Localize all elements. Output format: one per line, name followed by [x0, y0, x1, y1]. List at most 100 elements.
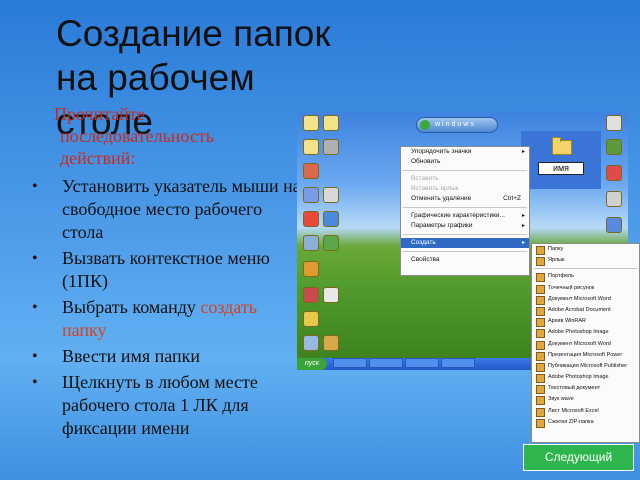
taskbar-item[interactable]	[333, 358, 367, 368]
desktop-icon	[606, 165, 622, 181]
submenu-item[interactable]: Архив WinRAR	[532, 316, 639, 328]
submenu-item-label: Презентация Microsoft Power	[548, 351, 623, 358]
steps-list: Установить указатель мыши на свободное м…	[32, 175, 304, 443]
menu-separator	[534, 268, 637, 270]
file-type-icon	[536, 329, 545, 339]
desktop-icon	[323, 235, 339, 251]
file-type-icon	[536, 385, 545, 395]
desktop-icon	[323, 139, 339, 155]
step-text: Установить указатель мыши на свободное м…	[62, 176, 301, 242]
submenu-item-label: Звук wave	[548, 396, 574, 403]
desktop-icon	[323, 335, 339, 351]
submenu-item[interactable]: Сжатая ZIP-папка	[532, 417, 639, 428]
file-type-icon	[536, 318, 545, 328]
file-type-icon	[536, 340, 545, 350]
submenu-item-label: Текстовый документ	[548, 385, 601, 392]
desktop-icon	[323, 187, 339, 203]
menu-separator	[403, 170, 527, 171]
step-item: Выбрать команду создать папку	[32, 296, 304, 342]
submenu-item[interactable]: Документ Microsoft Word	[532, 339, 639, 350]
submenu-arrow-icon: ▸	[521, 223, 525, 229]
step-item: Ввести имя папки	[32, 345, 304, 368]
submenu-item[interactable]: Презентация Microsoft Power	[532, 350, 639, 361]
submenu-item-label: Публикация Microsoft Publisher	[548, 362, 628, 369]
submenu-item[interactable]: Ярлык	[532, 255, 639, 267]
submenu-item-label: Сжатая ZIP-папка	[548, 418, 594, 425]
context-menu-item[interactable]: Параметры графики ▸	[401, 221, 529, 231]
desktop-icon	[303, 211, 319, 227]
menu-item-label: Отменить удаление	[411, 195, 472, 202]
menu-item-label: Обновить	[411, 158, 441, 165]
menu-item-label: Параметры графики	[411, 222, 473, 229]
submenu-item[interactable]: Портфель	[532, 271, 639, 283]
menu-separator	[403, 234, 527, 235]
lead-line-2: последовательность	[60, 126, 214, 146]
folder-name-input[interactable]: имя	[538, 162, 584, 175]
next-button[interactable]: Следующий	[523, 444, 634, 471]
submenu-item[interactable]: Лист Microsoft Excel	[532, 406, 639, 417]
context-menu: Упорядочить значки ▸ Обновить Вставить Встав…	[400, 146, 530, 276]
menu-shortcut: Ctrl+Z	[503, 195, 521, 202]
file-type-icon	[536, 284, 545, 294]
submenu-item-label: Adobe Acrobat Document	[548, 306, 611, 313]
desktop-icon	[303, 311, 319, 327]
submenu-item-label: Архив WinRAR	[548, 318, 587, 325]
context-menu-item[interactable]: Упорядочить значки ▸	[401, 147, 529, 157]
submenu-item[interactable]: Adobe Photoshop Image	[532, 372, 639, 384]
desktop-icon	[606, 217, 622, 233]
context-menu-item[interactable]: Создать ▸	[401, 238, 529, 248]
step-text: Вызвать контекстное меню (1ПК)	[62, 248, 270, 291]
submenu-item[interactable]: Текстовый документ	[532, 383, 639, 395]
submenu-item[interactable]: Публикация Microsoft Publisher	[532, 361, 639, 372]
desktop-icon	[303, 235, 319, 251]
lead-line-1: Прочитайте	[54, 104, 145, 124]
submenu-item[interactable]: Документ Microsoft Word	[532, 294, 639, 305]
submenu-arrow-icon: ▸	[521, 213, 525, 219]
taskbar-item[interactable]	[369, 358, 403, 368]
file-type-icon	[536, 374, 545, 384]
file-type-icon	[536, 351, 545, 361]
context-menu-item[interactable]: Отменить удаление Ctrl+Z	[401, 194, 529, 204]
desktop-icon	[606, 191, 622, 207]
desktop-icon	[323, 287, 339, 303]
new-folder[interactable]: имя	[521, 131, 601, 189]
submenu-item[interactable]: Adobe Acrobat Document	[532, 305, 639, 316]
submenu-item[interactable]: Папку	[532, 244, 639, 255]
submenu-item-label: Точечный рисунок	[548, 284, 595, 291]
taskbar-item[interactable]	[441, 358, 475, 368]
title-line-1: Создание папок	[56, 13, 331, 54]
step-item: Щелкнуть в любом месте рабочего стола 1 …	[32, 371, 304, 440]
menu-item-label: Свойства	[411, 256, 440, 263]
taskbar-item[interactable]	[405, 358, 439, 368]
menu-separator	[403, 251, 527, 252]
desktop-icon	[606, 139, 622, 155]
logo-text: windows	[435, 121, 476, 128]
desktop-icon	[303, 163, 319, 179]
file-type-icon	[536, 273, 545, 283]
context-menu-item[interactable]: Обновить	[401, 157, 529, 167]
file-type-icon	[536, 407, 545, 417]
submenu-item[interactable]: Звук wave	[532, 394, 639, 406]
file-type-icon	[536, 418, 545, 428]
context-menu-item[interactable]: Вставить	[401, 174, 529, 184]
context-menu-item[interactable]: Вставить ярлык	[401, 184, 529, 194]
menu-item-label: Вставить	[411, 175, 439, 182]
submenu-item-label: Документ Microsoft Word	[548, 295, 611, 302]
submenu-item[interactable]: Точечный рисунок	[532, 283, 639, 294]
file-type-icon	[536, 257, 545, 267]
context-menu-item[interactable]: Графические характеристики... ▸	[401, 211, 529, 221]
desktop-icon	[303, 139, 319, 155]
desktop-icon	[323, 211, 339, 227]
desktop-icon	[323, 115, 339, 131]
desktop-icon	[303, 115, 319, 131]
file-type-icon	[536, 396, 545, 406]
step-text: Ввести имя папки	[62, 346, 201, 366]
context-menu-item[interactable]: Свойства	[401, 255, 529, 265]
instruction-lead: Прочитайте последовательность действий:	[54, 103, 264, 169]
file-type-icon	[536, 362, 545, 372]
submenu-item[interactable]: Adobe Photoshop Image	[532, 327, 639, 339]
submenu-item-label: Папку	[548, 246, 564, 252]
submenu-item-label: Портфель	[548, 273, 574, 280]
start-button[interactable]: пуск	[297, 358, 327, 370]
lead-line-3: действий:	[60, 148, 136, 168]
